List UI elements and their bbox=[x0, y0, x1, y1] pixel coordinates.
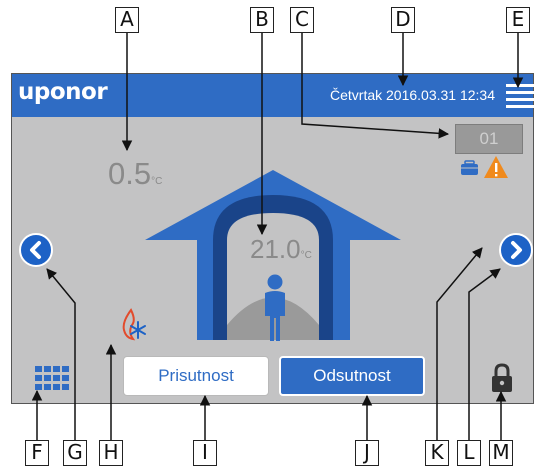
person-icon bbox=[265, 274, 285, 341]
indoor-temperature-unit: °C bbox=[300, 250, 312, 261]
indoor-temperature: 21.0°C bbox=[250, 234, 312, 265]
indoor-temperature-value: 21.0 bbox=[250, 234, 301, 264]
